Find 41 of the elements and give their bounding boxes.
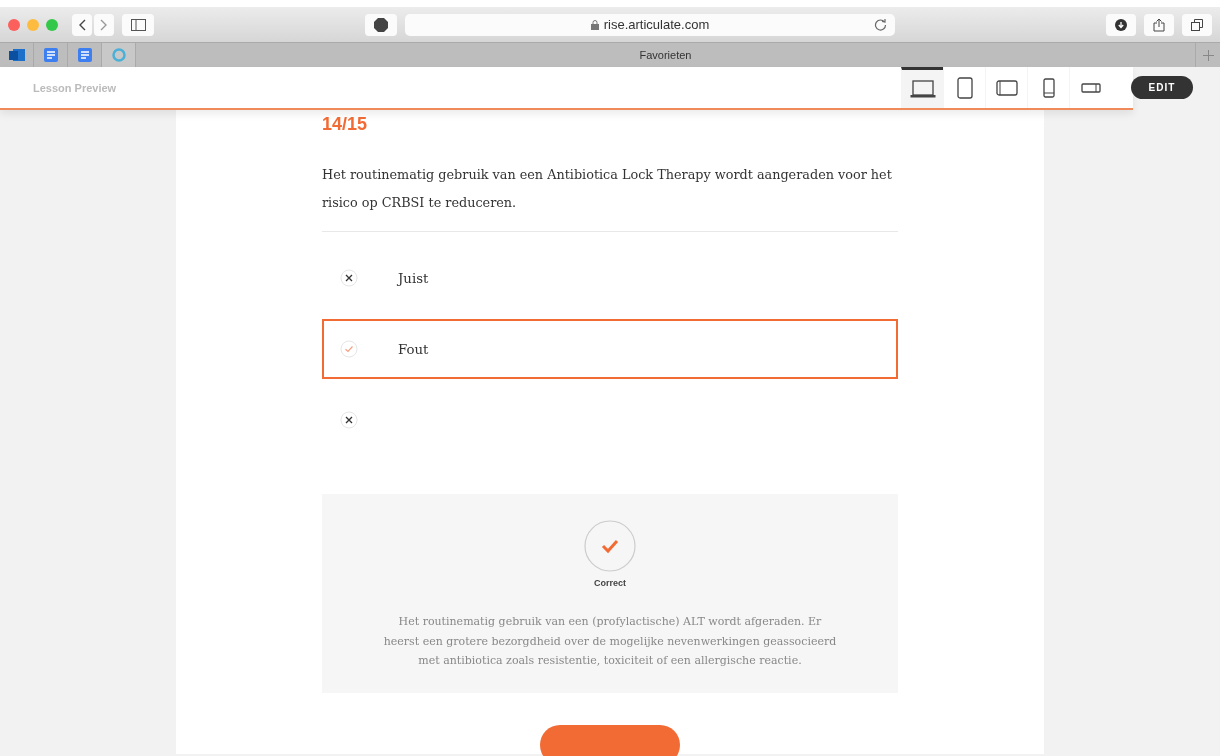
chevron-left-icon <box>78 18 86 31</box>
header-title: Lesson Preview <box>33 81 118 94</box>
tabs-button[interactable] <box>1182 13 1212 36</box>
sidebar-button[interactable] <box>122 13 154 36</box>
cross-icon <box>340 411 358 429</box>
edit-button[interactable]: EDIT <box>1131 76 1193 99</box>
share-icon <box>1153 17 1165 32</box>
feedback-text: Het routinematig gebruik van een (profylactische) ALT wordt afgeraden. Er heerst een grotere bezorgdheid over de mogelijke nevenwerkingen geassocieerd met antibiotica zoals resistentie, toxiciteit of een allergische reactie. <box>382 614 838 669</box>
phone-landscape-icon <box>1080 81 1101 94</box>
question-text: Het routinematig gebruik van een Antibiotica Lock Therapy wordt aangeraden voor het risico op CRBSI te reduceren. <box>322 161 898 232</box>
chevron-right-icon <box>100 18 108 31</box>
document-icon <box>77 48 92 62</box>
sidebar-icon <box>130 18 146 31</box>
cross-icon <box>340 269 358 287</box>
phone-icon <box>1042 77 1055 98</box>
favorites-title: Favorieten <box>638 49 693 61</box>
document-icon <box>43 48 58 62</box>
question-counter: 14/15 <box>322 113 369 135</box>
mail-app-icon <box>8 48 25 62</box>
adblock-button[interactable] <box>365 13 397 36</box>
continue-button[interactable] <box>540 725 680 756</box>
check-icon <box>584 520 636 572</box>
device-preview-tab[interactable] <box>901 67 943 108</box>
reload-icon[interactable] <box>874 17 887 31</box>
downloads-button[interactable] <box>1106 13 1136 36</box>
tablet-landscape-icon <box>995 79 1018 96</box>
url-text: rise.articulate.com <box>603 17 710 32</box>
check-icon <box>340 340 358 358</box>
lock-icon <box>590 19 599 30</box>
back-button[interactable] <box>72 13 92 36</box>
tablet-icon <box>956 76 973 99</box>
laptop-icon <box>909 80 936 98</box>
ring-icon <box>111 48 126 62</box>
feedback-title: Correct <box>594 578 626 588</box>
answer-option[interactable]: Fout <box>322 319 898 379</box>
tabs-icon <box>1191 18 1203 31</box>
share-button[interactable] <box>1144 13 1174 36</box>
close-window-button[interactable] <box>8 18 20 31</box>
download-icon <box>1115 18 1127 31</box>
address-bar[interactable]: rise.articulate.com <box>405 13 895 36</box>
stop-sign-icon <box>374 17 388 32</box>
